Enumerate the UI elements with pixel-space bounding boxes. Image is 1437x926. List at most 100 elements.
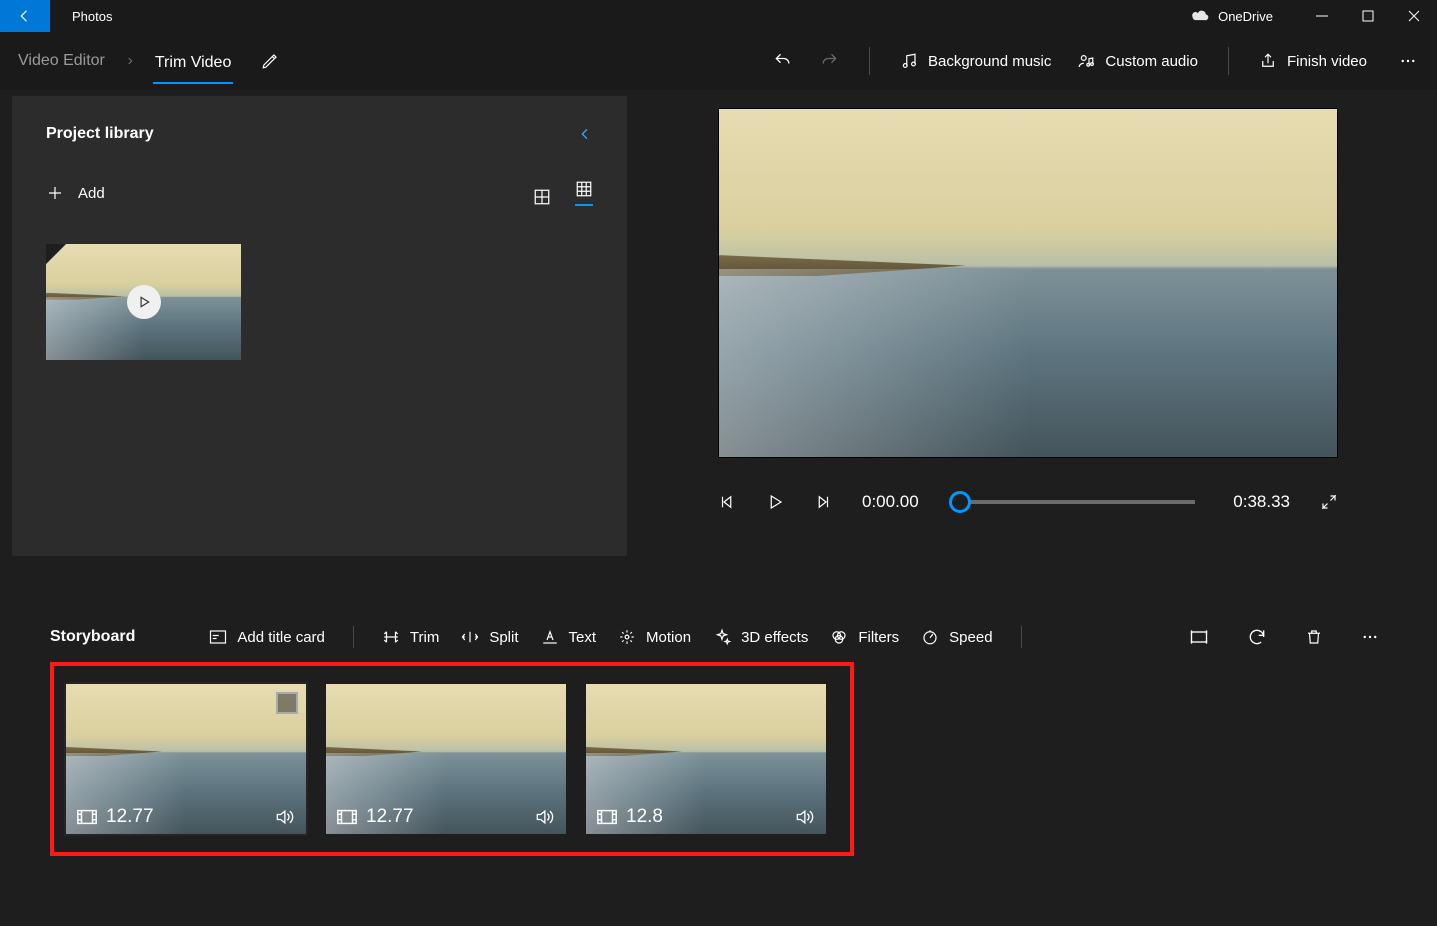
storyboard-clips-area: 12.77 12.77 12.8 — [0, 648, 1437, 856]
rotate-button[interactable] — [1239, 627, 1275, 647]
ellipsis-icon — [1399, 52, 1417, 70]
play-overlay-icon — [127, 285, 161, 319]
arrow-left-icon — [16, 7, 34, 25]
window-minimize-button[interactable] — [1299, 0, 1345, 32]
music-note-icon — [900, 52, 918, 70]
undo-button[interactable] — [769, 45, 797, 77]
library-clip-thumbnail[interactable] — [46, 244, 241, 360]
custom-audio-button[interactable]: Custom audio — [1073, 46, 1202, 76]
plus-icon — [46, 184, 64, 202]
finish-video-button[interactable]: Finish video — [1255, 46, 1371, 76]
trash-icon — [1305, 627, 1323, 647]
redo-icon — [819, 51, 839, 71]
effects3d-button[interactable]: 3D effects — [713, 628, 808, 646]
motion-label: Motion — [646, 629, 691, 646]
background-music-button[interactable]: Background music — [896, 46, 1055, 76]
delete-button[interactable] — [1297, 627, 1331, 647]
large-view-button[interactable] — [533, 188, 551, 206]
filmstrip-icon — [596, 808, 618, 826]
add-title-card-label: Add title card — [237, 629, 325, 646]
window-maximize-button[interactable] — [1345, 0, 1391, 32]
text-button[interactable]: Text — [541, 629, 597, 646]
trim-icon — [382, 629, 400, 645]
play-button[interactable] — [766, 493, 784, 511]
clip-checkbox[interactable] — [276, 692, 298, 714]
previous-frame-button[interactable] — [718, 493, 736, 511]
rename-button[interactable] — [261, 52, 279, 70]
rotate-icon — [1247, 627, 1267, 647]
divider — [1021, 626, 1022, 648]
cloud-icon — [1190, 9, 1210, 23]
fullscreen-button[interactable] — [1320, 493, 1338, 511]
speed-label: Speed — [949, 629, 992, 646]
filmstrip-icon — [336, 808, 358, 826]
next-frame-button[interactable] — [814, 493, 832, 511]
add-title-card-button[interactable]: Add title card — [209, 629, 325, 646]
onedrive-label: OneDrive — [1218, 9, 1273, 24]
seek-slider[interactable] — [957, 500, 1196, 504]
ellipsis-icon — [1361, 628, 1379, 646]
chevron-right-icon — [125, 54, 135, 68]
text-icon — [541, 629, 559, 645]
volume-icon[interactable] — [792, 807, 816, 827]
storyboard-clip[interactable]: 12.77 — [326, 684, 566, 834]
window-close-button[interactable] — [1391, 0, 1437, 32]
add-media-button[interactable]: Add — [46, 184, 105, 202]
onedrive-indicator[interactable]: OneDrive — [1190, 9, 1273, 24]
storyboard-clip[interactable]: 12.8 — [586, 684, 826, 834]
filters-button[interactable]: Filters — [830, 628, 899, 646]
storyboard-toolbar: Storyboard Add title card Trim Split Tex… — [0, 600, 1437, 648]
split-label: Split — [489, 629, 518, 646]
divider — [353, 626, 354, 648]
divider — [869, 47, 870, 75]
redo-button — [815, 45, 843, 77]
maximize-icon — [1362, 10, 1374, 22]
player-controls: 0:00.00 0:38.33 — [718, 492, 1338, 512]
grid-small-icon — [575, 180, 593, 198]
total-time-label: 0:38.33 — [1233, 492, 1290, 512]
breadcrumb-current[interactable]: Trim Video — [153, 48, 233, 84]
chevron-left-icon — [577, 124, 593, 144]
close-icon — [1408, 10, 1420, 22]
export-icon — [1259, 52, 1277, 70]
motion-icon — [618, 628, 636, 646]
speed-icon — [921, 628, 939, 646]
breadcrumb-root[interactable]: Video Editor — [16, 46, 107, 76]
project-library-panel: Project library Add — [12, 96, 627, 556]
video-preview[interactable] — [718, 108, 1338, 458]
background-music-label: Background music — [928, 53, 1051, 70]
step-forward-icon — [814, 493, 832, 511]
volume-icon[interactable] — [532, 807, 556, 827]
step-back-icon — [718, 493, 736, 511]
trim-button[interactable]: Trim — [382, 629, 439, 646]
pencil-icon — [261, 52, 279, 70]
split-button[interactable]: Split — [461, 629, 518, 646]
storyboard-title: Storyboard — [50, 628, 135, 646]
speed-button[interactable]: Speed — [921, 628, 992, 646]
undo-icon — [773, 51, 793, 71]
clip-duration: 12.77 — [106, 806, 154, 828]
grid-large-icon — [533, 188, 551, 206]
trim-label: Trim — [410, 629, 439, 646]
command-bar: Video Editor Trim Video Background music… — [0, 32, 1437, 90]
resize-button[interactable] — [1181, 628, 1217, 646]
collapse-library-button[interactable] — [577, 124, 593, 144]
title-card-icon — [209, 629, 227, 645]
volume-icon[interactable] — [272, 807, 296, 827]
finish-video-label: Finish video — [1287, 53, 1367, 70]
play-icon — [766, 493, 784, 511]
fullscreen-icon — [1320, 493, 1338, 511]
small-view-button[interactable] — [575, 180, 593, 206]
storyboard-clip[interactable]: 12.77 — [66, 684, 306, 834]
motion-button[interactable]: Motion — [618, 628, 691, 646]
current-time-label: 0:00.00 — [862, 492, 919, 512]
preview-area: 0:00.00 0:38.33 — [627, 90, 1429, 600]
seek-slider-knob[interactable] — [949, 491, 971, 513]
divider — [1228, 47, 1229, 75]
more-button[interactable] — [1395, 46, 1421, 76]
split-icon — [461, 629, 479, 645]
custom-audio-label: Custom audio — [1105, 53, 1198, 70]
storyboard-more-button[interactable] — [1353, 628, 1387, 646]
person-audio-icon — [1077, 52, 1095, 70]
back-button[interactable] — [0, 0, 50, 32]
